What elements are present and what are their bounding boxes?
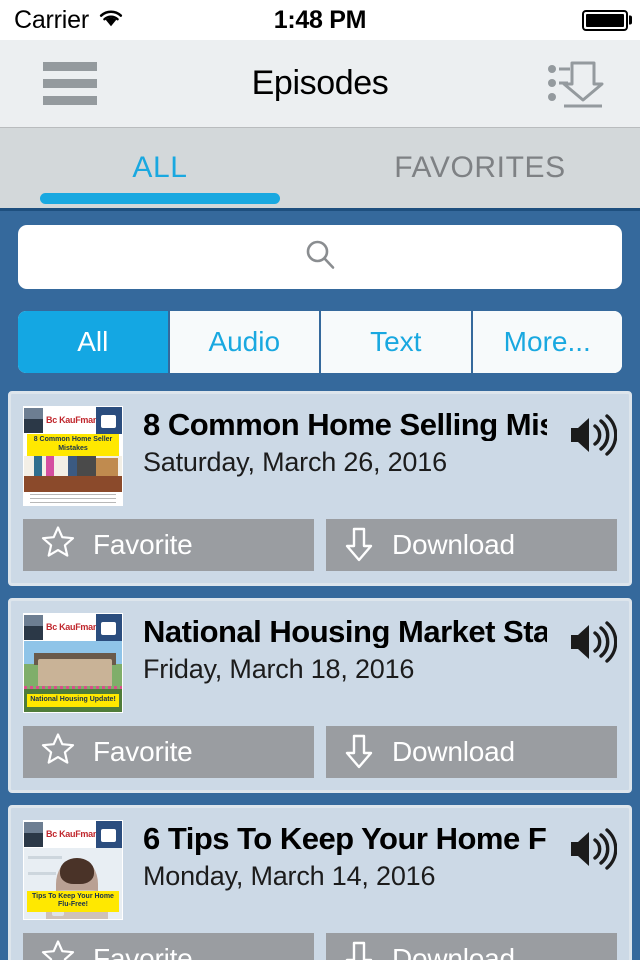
episode-info: 6 Tips To Keep Your Home Fl... Monday, M…	[143, 820, 547, 892]
thumbnail-brand-banner: Bc KauFmann	[24, 821, 122, 848]
table-row[interactable]: Bc KauFmann National Housing Update! Nat…	[8, 598, 632, 793]
favorite-button[interactable]: Favorite	[23, 933, 314, 960]
battery-full-icon	[582, 9, 632, 31]
speaker-audio-icon[interactable]	[567, 406, 618, 463]
filter-more[interactable]: More...	[472, 311, 622, 373]
episode-date: Friday, March 18, 2016	[143, 654, 415, 685]
episode-title: National Housing Market Sta...	[143, 615, 547, 649]
episode-header: Bc KauFmann Tips To Keep Your Home Flu-F…	[23, 820, 618, 920]
app-screen: Carrier 1:48 PM Episodes ALL FAVORITES A…	[0, 0, 640, 960]
status-bar: Carrier 1:48 PM	[0, 0, 640, 40]
episode-list: Bc KauFmann 8 Common Home Seller Mistake…	[0, 373, 640, 960]
thumbnail-caption: Tips To Keep Your Home Flu-Free!	[27, 890, 119, 912]
search-field[interactable]	[18, 225, 622, 289]
thumbnail-logo	[96, 614, 122, 641]
star-outline-icon	[41, 525, 75, 565]
download-button[interactable]: Download	[326, 933, 617, 960]
thumbnail-logo	[96, 407, 122, 434]
download-button-label: Download	[392, 736, 515, 767]
thumbnail-caption: National Housing Update!	[27, 694, 119, 707]
thumbnail-brand-name: Bc KauFmann	[46, 829, 104, 839]
status-bar-left: Carrier	[14, 6, 124, 35]
thumbnail-artwork: National Housing Update!	[24, 641, 122, 712]
thumbnail-brand-banner: Bc KauFmann	[24, 614, 122, 641]
episode-date: Monday, March 14, 2016	[143, 861, 436, 892]
thumbnail-artwork: 8 Common Home Seller Mistakes	[24, 434, 122, 505]
filter-audio[interactable]: Audio	[169, 311, 321, 373]
episode-header: Bc KauFmann National Housing Update! Nat…	[23, 613, 618, 713]
filter-text-label: Text	[370, 326, 422, 357]
tab-favorites[interactable]: FAVORITES	[320, 128, 640, 208]
status-bar-right	[582, 0, 632, 40]
download-button[interactable]: Download	[326, 726, 617, 778]
filter-audio-label: Audio	[208, 326, 281, 357]
filter-text[interactable]: Text	[321, 311, 473, 373]
segmented-tab-bar: ALL FAVORITES	[0, 128, 640, 208]
agent-photo	[24, 822, 43, 847]
thumbnail-logo	[96, 821, 122, 848]
favorite-button-label: Favorite	[93, 736, 193, 767]
search-input[interactable]	[18, 225, 622, 289]
download-all-icon[interactable]	[546, 56, 608, 112]
wifi-icon	[98, 8, 124, 33]
tab-favorites-label: FAVORITES	[394, 151, 566, 184]
agent-photo	[24, 408, 43, 433]
favorite-button-label: Favorite	[93, 529, 193, 560]
speaker-audio-icon[interactable]	[567, 613, 618, 670]
star-outline-icon	[41, 732, 75, 772]
favorite-button-label: Favorite	[93, 943, 193, 960]
episode-title: 8 Common Home Selling Mis...	[143, 408, 547, 442]
thumbnail-caption: 8 Common Home Seller Mistakes	[27, 434, 119, 456]
episode-date: Saturday, March 26, 2016	[143, 447, 447, 478]
episode-actions: Favorite Download	[23, 933, 617, 960]
favorite-button[interactable]: Favorite	[23, 726, 314, 778]
hamburger-menu-icon[interactable]	[43, 62, 97, 105]
download-button[interactable]: Download	[326, 519, 617, 571]
episode-info: National Housing Market Sta... Friday, M…	[143, 613, 547, 685]
filter-all[interactable]: All	[18, 311, 170, 373]
filter-segment-container: All Audio Text More...	[0, 289, 640, 373]
download-arrow-icon	[345, 527, 373, 562]
filter-all-label: All	[77, 326, 109, 357]
episode-title: 6 Tips To Keep Your Home Fl...	[143, 822, 547, 856]
agent-photo	[24, 615, 43, 640]
download-button-label: Download	[392, 943, 515, 960]
download-arrow-icon	[345, 734, 373, 769]
episode-thumbnail[interactable]: Bc KauFmann National Housing Update!	[23, 613, 123, 713]
episode-actions: Favorite Download	[23, 519, 617, 571]
star-outline-icon	[41, 939, 75, 960]
thumbnail-artwork: Tips To Keep Your Home Flu-Free!	[24, 848, 122, 919]
episode-thumbnail[interactable]: Bc KauFmann 8 Common Home Seller Mistake…	[23, 406, 123, 506]
download-button-label: Download	[392, 529, 515, 560]
thumbnail-brand-name: Bc KauFmann	[46, 622, 104, 632]
table-row[interactable]: Bc KauFmann 8 Common Home Seller Mistake…	[8, 391, 632, 586]
episode-thumbnail[interactable]: Bc KauFmann Tips To Keep Your Home Flu-F…	[23, 820, 123, 920]
table-row[interactable]: Bc KauFmann Tips To Keep Your Home Flu-F…	[8, 805, 632, 960]
tab-all-label: ALL	[132, 151, 188, 184]
search-bar-container	[0, 211, 640, 289]
filter-segmented-control: All Audio Text More...	[18, 311, 622, 373]
navigation-bar: Episodes	[0, 40, 640, 128]
episode-actions: Favorite Download	[23, 726, 617, 778]
carrier-label: Carrier	[14, 5, 89, 34]
thumbnail-brand-name: Bc KauFmann	[46, 415, 104, 425]
episode-info: 8 Common Home Selling Mis... Saturday, M…	[143, 406, 547, 478]
thumbnail-brand-banner: Bc KauFmann	[24, 407, 122, 434]
filter-more-label: More...	[503, 326, 591, 357]
tab-all[interactable]: ALL	[0, 128, 320, 208]
favorite-button[interactable]: Favorite	[23, 519, 314, 571]
download-arrow-icon	[345, 941, 373, 960]
speaker-audio-icon[interactable]	[567, 820, 618, 877]
content-area: All Audio Text More... Bc KauFmann 8 Com…	[0, 208, 640, 960]
episode-header: Bc KauFmann 8 Common Home Seller Mistake…	[23, 406, 618, 506]
